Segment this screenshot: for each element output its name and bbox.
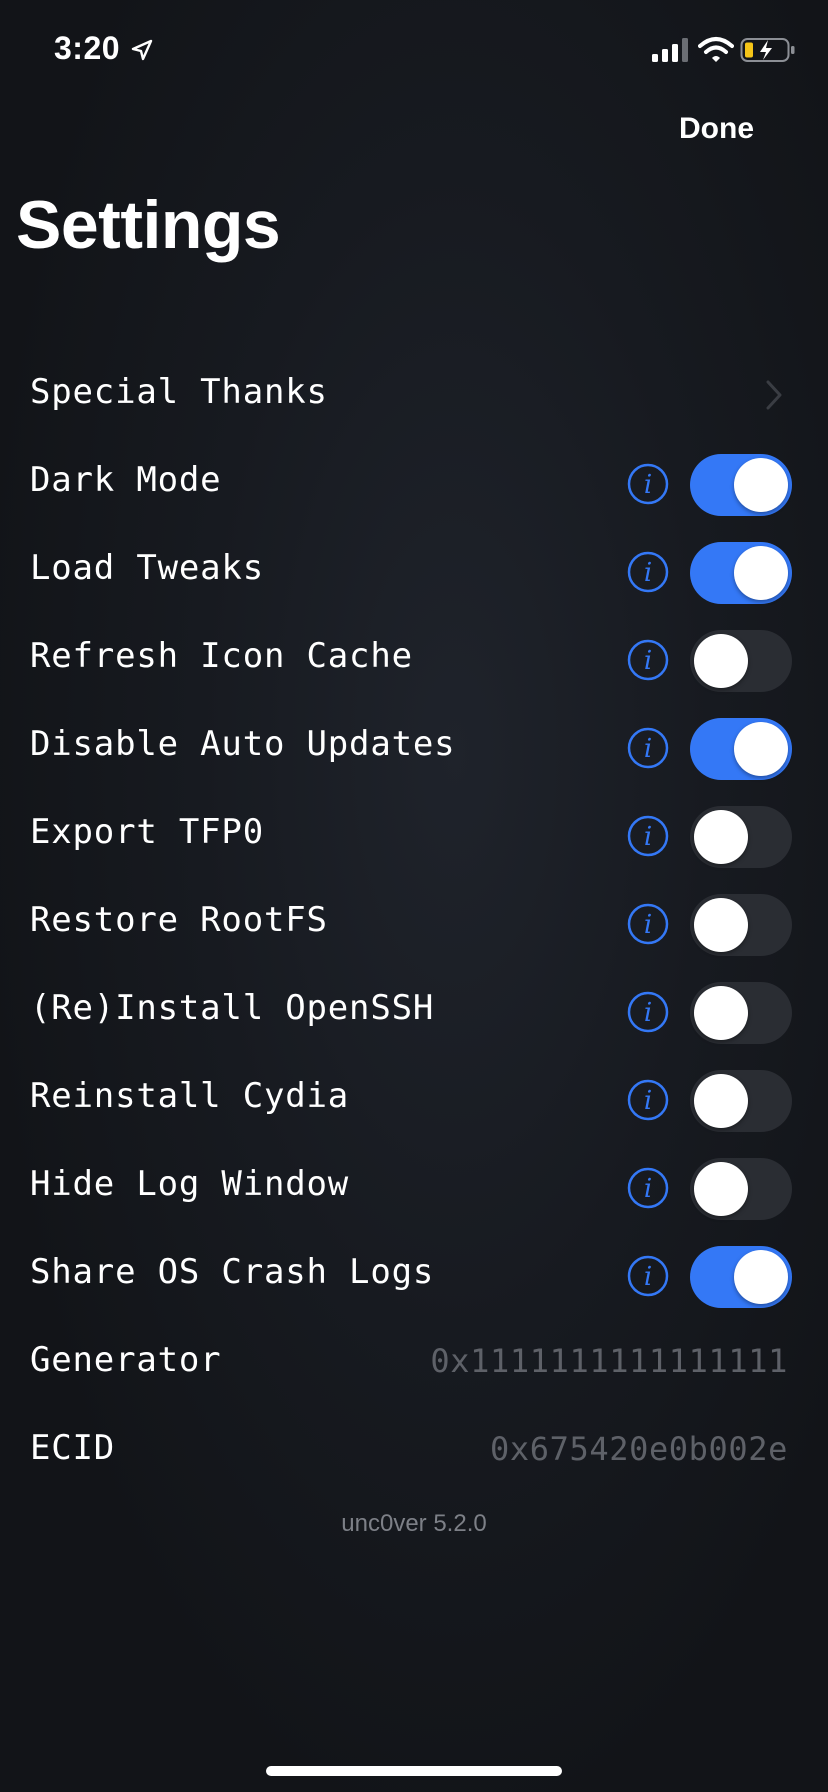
row-label: Load Tweaks: [30, 548, 264, 588]
toggle-switch-load-tweaks[interactable]: [690, 542, 792, 604]
svg-text:i: i: [644, 910, 652, 940]
toggle-switch-reinstall-cydia[interactable]: [690, 1070, 792, 1132]
info-icon[interactable]: i: [626, 1254, 670, 1298]
wifi-icon: [698, 37, 734, 62]
chevron-right-icon: [766, 380, 782, 410]
toggle-switch-share-os-crash-logs[interactable]: [690, 1246, 792, 1308]
location-icon: [131, 39, 153, 61]
row-label: Dark Mode: [30, 460, 222, 500]
settings-row-export-tfp0: Export TFP0 i: [0, 792, 828, 880]
info-icon[interactable]: i: [626, 1166, 670, 1210]
svg-text:i: i: [644, 1262, 652, 1292]
settings-row-special-thanks[interactable]: Special Thanks: [0, 352, 828, 440]
status-bar: 3:20: [0, 0, 828, 100]
row-label: ECID: [30, 1428, 116, 1468]
info-icon[interactable]: i: [626, 1078, 670, 1122]
version-label: unc0ver 5.2.0: [341, 1510, 487, 1537]
settings-row-ecid: ECID 0x675420e0b002e: [0, 1408, 828, 1496]
toggle-switch-hide-log-window[interactable]: [690, 1158, 792, 1220]
info-icon[interactable]: i: [626, 902, 670, 946]
settings-row-load-tweaks: Load Tweaks i: [0, 528, 828, 616]
toggle-knob: [734, 546, 788, 600]
settings-row-disable-auto-updates: Disable Auto Updates i: [0, 704, 828, 792]
svg-text:i: i: [644, 470, 652, 500]
row-label: Disable Auto Updates: [30, 724, 456, 764]
svg-text:i: i: [644, 1086, 652, 1116]
info-icon[interactable]: i: [626, 550, 670, 594]
done-button[interactable]: Done: [679, 112, 754, 146]
toggle-switch-disable-auto-updates[interactable]: [690, 718, 792, 780]
info-icon[interactable]: i: [626, 990, 670, 1034]
toggle-switch-restore-rootfs[interactable]: [690, 894, 792, 956]
info-icon[interactable]: i: [626, 638, 670, 682]
settings-list: Special Thanks Dark Mode i Load Tweaks i Refr…: [0, 352, 828, 1496]
page-title: Settings: [16, 187, 281, 263]
svg-text:i: i: [644, 734, 652, 764]
svg-text:i: i: [644, 822, 652, 852]
row-label: Hide Log Window: [30, 1164, 350, 1204]
toggle-knob: [694, 1074, 748, 1128]
settings-row-share-os-crash-logs: Share OS Crash Logs i: [0, 1232, 828, 1320]
toggle-knob: [734, 722, 788, 776]
row-label: Share OS Crash Logs: [30, 1252, 435, 1292]
row-value-ecid: 0x675420e0b002e: [490, 1430, 788, 1468]
svg-text:i: i: [644, 646, 652, 676]
row-label: Reinstall Cydia: [30, 1076, 350, 1116]
toggle-switch-export-tfp0[interactable]: [690, 806, 792, 868]
settings-row-hide-log-window: Hide Log Window i: [0, 1144, 828, 1232]
toggle-knob: [694, 810, 748, 864]
battery-charging-icon: [740, 38, 795, 62]
toggle-knob: [734, 1250, 788, 1304]
signal-icon: [652, 38, 688, 62]
settings-row-restore-rootfs: Restore RootFS i: [0, 880, 828, 968]
toggle-switch-dark-mode[interactable]: [690, 454, 792, 516]
row-label: Export TFP0: [30, 812, 264, 852]
row-label: (Re)Install OpenSSH: [30, 988, 435, 1028]
toggle-switch-refresh-icon-cache[interactable]: [690, 630, 792, 692]
settings-row-refresh-icon-cache: Refresh Icon Cache i: [0, 616, 828, 704]
status-time: 3:20: [54, 30, 121, 66]
toggle-knob: [734, 458, 788, 512]
row-label: Special Thanks: [30, 372, 328, 412]
svg-text:i: i: [644, 558, 652, 588]
settings-row-dark-mode: Dark Mode i: [0, 440, 828, 528]
svg-text:i: i: [644, 998, 652, 1028]
row-label: Generator: [30, 1340, 222, 1380]
row-label: Restore RootFS: [30, 900, 328, 940]
toggle-knob: [694, 1162, 748, 1216]
settings-row-re-install-openssh: (Re)Install OpenSSH i: [0, 968, 828, 1056]
svg-text:i: i: [644, 1174, 652, 1204]
toggle-knob: [694, 634, 748, 688]
row-value-generator: 0x1111111111111111: [430, 1342, 788, 1380]
home-indicator[interactable]: [266, 1766, 562, 1776]
info-icon[interactable]: i: [626, 462, 670, 506]
info-icon[interactable]: i: [626, 726, 670, 770]
toggle-switch-re-install-openssh[interactable]: [690, 982, 792, 1044]
info-icon[interactable]: i: [626, 814, 670, 858]
toggle-knob: [694, 986, 748, 1040]
settings-row-reinstall-cydia: Reinstall Cydia i: [0, 1056, 828, 1144]
settings-screen: 3:20 Done Settings Special Thanks Dark Mo…: [0, 0, 828, 1792]
settings-row-generator: Generator 0x1111111111111111: [0, 1320, 828, 1408]
row-label: Refresh Icon Cache: [30, 636, 413, 676]
toggle-knob: [694, 898, 748, 952]
